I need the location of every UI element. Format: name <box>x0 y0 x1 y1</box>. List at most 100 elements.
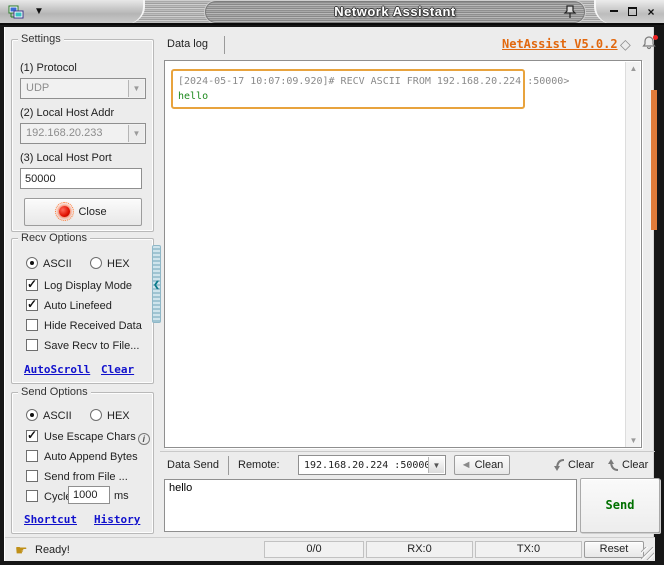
send-from-file-label: Send from File ... <box>44 471 128 483</box>
recv-options-group: Recv Options ASCII HEX Log Display Mode … <box>11 232 154 384</box>
maximize-button[interactable] <box>624 5 640 20</box>
send-hex-label: HEX <box>107 410 130 422</box>
checkbox-icon <box>26 297 38 311</box>
remote-host-value: 192.168.20.224 :50000 <box>304 460 431 471</box>
checkbox-icon <box>26 470 38 482</box>
notification-bell-icon[interactable] <box>642 35 658 52</box>
resize-grip[interactable] <box>641 547 654 560</box>
app-icon[interactable] <box>8 4 25 21</box>
log-entry-body: hello <box>178 91 209 102</box>
recv-hex-radio[interactable]: HEX <box>90 257 130 270</box>
log-scrollbar[interactable]: ▲ ▼ <box>625 62 641 447</box>
recv-ascii-radio-icon <box>26 257 38 269</box>
pushpin-icon[interactable] <box>562 4 578 20</box>
checkbox-icon <box>26 277 38 291</box>
data-send-bar: Data Send Remote: 192.168.20.224 :50000 … <box>160 451 655 477</box>
send-hex-radio[interactable]: HEX <box>90 409 130 422</box>
protocol-dropdown-arrow-icon[interactable]: ▼ <box>128 80 144 97</box>
send-data-input[interactable]: hello <box>164 479 577 532</box>
notification-dot <box>653 35 658 40</box>
cycle-interval-input[interactable] <box>68 486 110 504</box>
clean-button-label: Clean <box>474 459 504 471</box>
data-log-view[interactable]: [2024-05-17 10:07:09.920]# RECV ASCII FR… <box>164 60 642 448</box>
cycle-checkbox[interactable]: Cycle <box>26 490 72 503</box>
save-recv-file-checkbox[interactable]: Save Recv to File... <box>26 339 139 352</box>
use-escape-chars-checkbox[interactable]: Use Escape Charsi <box>26 428 150 445</box>
system-menu-arrow-icon[interactable]: ▼ <box>34 6 44 17</box>
clean-button[interactable]: ◄ Clean <box>454 455 510 475</box>
log-display-mode-label: Log Display Mode <box>44 280 133 292</box>
settings-group-title: Settings <box>18 33 64 45</box>
close-connection-button[interactable]: Close <box>24 198 142 226</box>
local-addr-select[interactable]: 192.168.20.233 ▼ <box>20 123 146 144</box>
status-hand-icon: ☛ <box>15 542 28 558</box>
history-link[interactable]: History <box>94 513 140 526</box>
checkbox-icon <box>26 450 38 462</box>
auto-append-bytes-label: Auto Append Bytes <box>44 451 138 463</box>
scroll-up-icon[interactable]: ▲ <box>626 62 641 76</box>
close-window-button[interactable]: × <box>643 5 659 20</box>
local-port-input[interactable] <box>20 168 142 189</box>
checkbox-icon <box>26 319 38 331</box>
recv-ascii-label: ASCII <box>43 258 72 270</box>
send-ascii-label: ASCII <box>43 410 72 422</box>
left-arrow-icon: ◄ <box>460 459 472 471</box>
recv-hex-label: HEX <box>107 258 130 270</box>
send-button[interactable]: Send <box>580 478 660 533</box>
minimize-button[interactable] <box>606 5 622 20</box>
scroll-down-icon[interactable]: ▼ <box>626 434 641 447</box>
status-bar: ☛ Ready! 0/0 RX:0 TX:0 Reset <box>5 537 655 561</box>
save-recv-file-label: Save Recv to File... <box>44 340 140 352</box>
netassist-version-link[interactable]: NetAssist V5.0.2 <box>502 37 618 51</box>
checkbox-icon <box>26 428 38 442</box>
clear-send-button[interactable]: Clear <box>622 459 648 471</box>
tab-separator <box>228 456 229 475</box>
panel-collapse-handle[interactable]: ❮ <box>152 245 161 323</box>
clear-send-arrow-icon <box>608 459 619 471</box>
window-title: Network Assistant <box>334 4 456 19</box>
tab-data-send[interactable]: Data Send <box>167 459 219 471</box>
autoscroll-link[interactable]: AutoScroll <box>24 363 90 376</box>
packet-count-cell: 0/0 <box>264 541 364 558</box>
settings-group: Settings (1) Protocol UDP ▼ (2) Local Ho… <box>11 33 154 232</box>
remote-host-select[interactable]: 192.168.20.224 :50000 ▼ <box>298 455 446 475</box>
auto-linefeed-checkbox[interactable]: Auto Linefeed <box>26 297 112 312</box>
send-ascii-radio-icon <box>26 409 38 421</box>
rx-count-cell: RX:0 <box>366 541 473 558</box>
local-addr-dropdown-arrow-icon[interactable]: ▼ <box>128 125 144 142</box>
client-area: Settings (1) Protocol UDP ▼ (2) Local Ho… <box>4 27 660 561</box>
tab-data-log[interactable]: Data log <box>167 38 208 50</box>
recv-ascii-radio[interactable]: ASCII <box>26 257 72 270</box>
protocol-label: (1) Protocol <box>20 62 77 74</box>
hide-received-label: Hide Received Data <box>44 320 142 332</box>
remote-dropdown-arrow-icon[interactable]: ▼ <box>428 457 444 473</box>
cycle-unit-label: ms <box>114 490 129 502</box>
send-options-group: Send Options ASCII HEX Use Escape Charsi… <box>11 386 154 534</box>
clear-recv-arrow-icon <box>554 459 565 471</box>
log-entry-meta: [2024-05-17 10:07:09.920]# RECV ASCII FR… <box>178 76 570 87</box>
auto-append-bytes-checkbox[interactable]: Auto Append Bytes <box>26 450 138 463</box>
send-from-file-checkbox[interactable]: Send from File ... <box>26 470 128 483</box>
reset-counters-button[interactable]: Reset <box>584 541 644 558</box>
gem-icon[interactable]: ◇ <box>620 36 631 53</box>
clear-recv-button[interactable]: Clear <box>568 459 594 471</box>
connection-status-icon <box>55 202 75 221</box>
local-port-label: (3) Local Host Port <box>20 152 112 164</box>
send-options-title: Send Options <box>18 386 91 398</box>
use-escape-chars-label: Use Escape Chars <box>44 431 136 443</box>
close-button-label: Close <box>78 206 107 218</box>
scroll-position-marker <box>651 90 657 230</box>
protocol-value: UDP <box>26 82 50 94</box>
log-display-mode-checkbox[interactable]: Log Display Mode <box>26 277 133 292</box>
hide-received-checkbox[interactable]: Hide Received Data <box>26 319 142 332</box>
checkbox-icon <box>26 490 38 502</box>
status-ready-text: Ready! <box>35 544 70 556</box>
recv-hex-radio-icon <box>90 257 102 269</box>
checkbox-icon <box>26 339 38 351</box>
recv-clear-link[interactable]: Clear <box>101 363 134 376</box>
escape-chars-info-icon[interactable]: i <box>137 433 150 445</box>
send-ascii-radio[interactable]: ASCII <box>26 409 72 422</box>
title-bar[interactable]: ▼ Network Assistant × <box>0 0 664 25</box>
shortcut-link[interactable]: Shortcut <box>24 513 77 526</box>
protocol-select[interactable]: UDP ▼ <box>20 78 146 99</box>
